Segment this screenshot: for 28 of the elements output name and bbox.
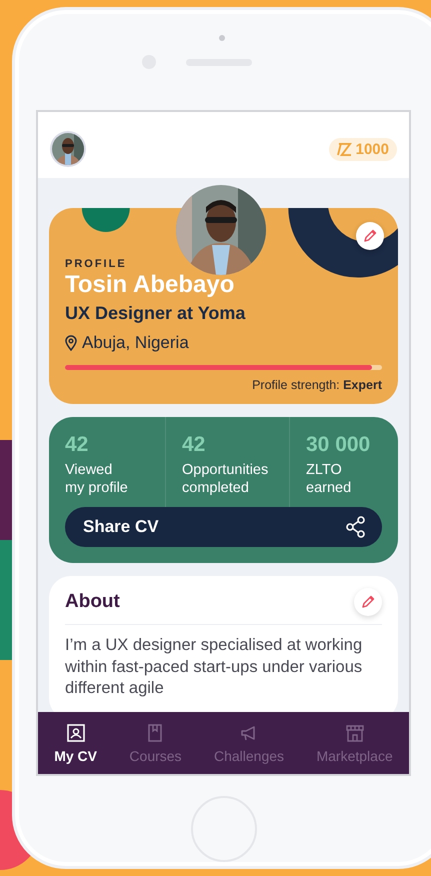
- profile-card-icon: [66, 722, 86, 742]
- stat-label: ZLTO earned: [306, 461, 352, 498]
- nav-tab[interactable]: My CV: [52, 722, 99, 764]
- share-button[interactable]: Share CV: [65, 507, 382, 548]
- stat-value: 42: [182, 433, 206, 457]
- edit-button[interactable]: [356, 222, 384, 250]
- nav-tab[interactable]: Challenges: [212, 722, 286, 764]
- pencil-icon: [362, 228, 378, 244]
- nav-tab[interactable]: Marketplace: [314, 722, 395, 764]
- location-pin-icon: [65, 335, 77, 351]
- nav-tab[interactable]: Courses: [127, 722, 184, 764]
- location-text: Abuja, Nigeria: [82, 333, 189, 353]
- store-icon: [344, 722, 365, 742]
- section-label: PROFILE: [65, 258, 128, 270]
- pencil-icon: [360, 594, 376, 610]
- currency-icon: [336, 142, 352, 156]
- stat-label: Opportunities completed: [182, 461, 270, 498]
- job-title: UX Designer at Yoma: [65, 303, 246, 324]
- stat-label: Viewed my profile: [65, 461, 129, 498]
- about-text: I’m a UX designer specialised at working within fast-paced start-ups under various different agile: [65, 635, 364, 700]
- stat-value: 30 000: [306, 433, 372, 457]
- strength-text: Profile strength: Expert: [251, 378, 382, 392]
- sensor-dot: [219, 35, 225, 41]
- stat-value: 42: [65, 433, 90, 457]
- points-value: 1000: [356, 140, 389, 158]
- share-icon: [346, 516, 366, 538]
- section-title: About: [65, 591, 120, 614]
- profile-name: Tosin Abebayo: [65, 271, 236, 299]
